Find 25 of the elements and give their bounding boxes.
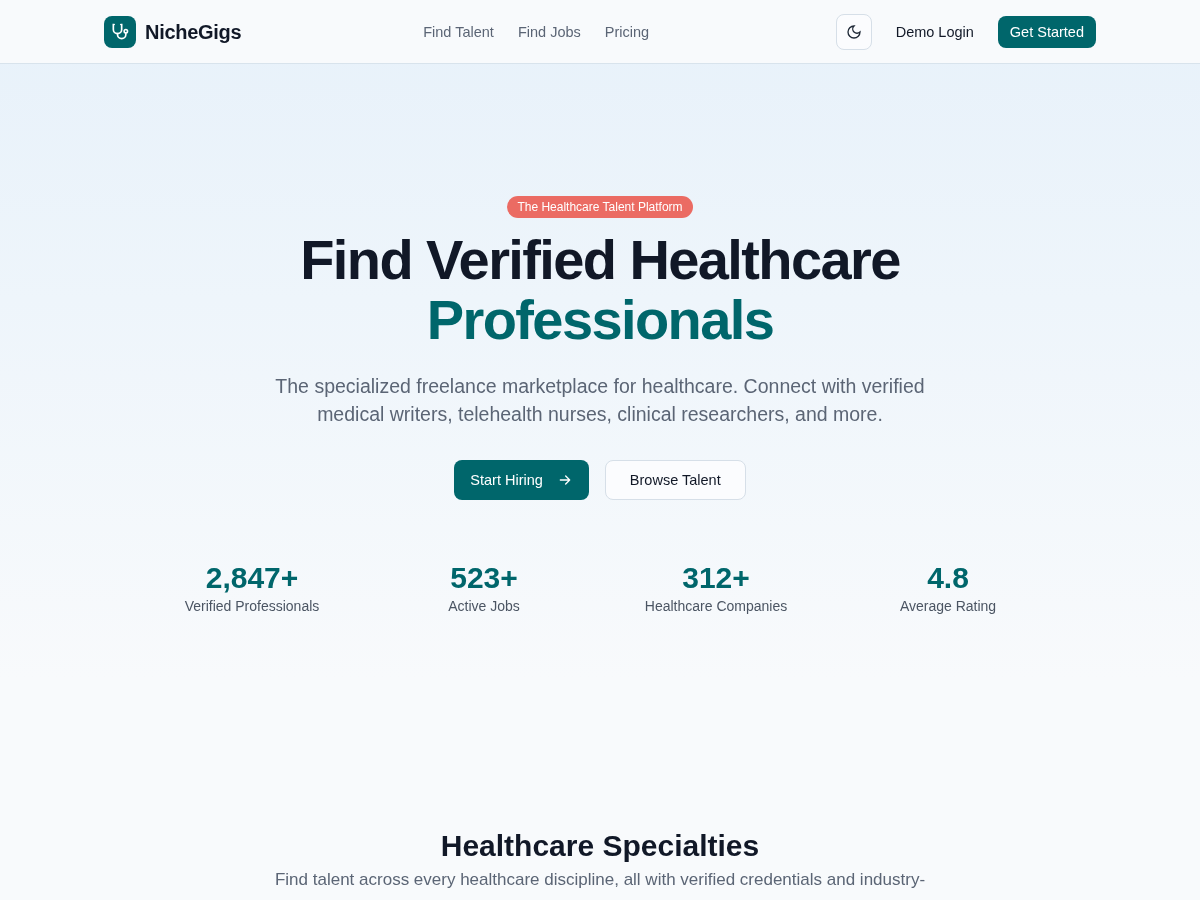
badge: The Healthcare Talent Platform xyxy=(507,196,693,218)
hero-title-highlight: Professionals xyxy=(425,290,775,350)
stat-value: 312+ xyxy=(682,560,750,596)
browse-talent-button[interactable]: Browse Talent xyxy=(604,460,746,500)
stat-label: Average Rating xyxy=(899,597,997,616)
moon-icon xyxy=(845,24,862,40)
start-hiring-button[interactable]: Start Hiring xyxy=(454,460,589,500)
stat-value: 2,847+ xyxy=(205,560,299,596)
hero-title: Find Verified Healthcare xyxy=(300,230,900,290)
get-started-button[interactable]: Get Started xyxy=(997,16,1096,48)
hero-subtitle: The specialized freelance marketplace for healthcare. Connect with verified medical writers, telehealth nurses, clinical researchers, and more. xyxy=(274,374,926,427)
stat-value: 523+ xyxy=(450,560,518,596)
stat-value: 4.8 xyxy=(927,560,969,596)
stat-label: Active Jobs xyxy=(448,597,520,616)
demo-login-button[interactable]: Demo Login xyxy=(883,16,986,48)
theme-toggle-button[interactable] xyxy=(835,14,872,50)
nav-link[interactable]: Pricing xyxy=(604,24,650,40)
nav-link[interactable]: Find Talent xyxy=(423,24,494,40)
logo-icon xyxy=(104,16,136,48)
nav-link[interactable]: Find Jobs xyxy=(517,24,581,40)
section-subtitle: Find talent across every healthcare discipline, all with verified credentials and industry- xyxy=(274,870,926,889)
section-title: Healthcare Specialties xyxy=(440,828,760,864)
brand-name: NicheGigs xyxy=(145,20,242,44)
stat-label: Verified Professionals xyxy=(184,597,320,616)
stat-label: Healthcare Companies xyxy=(644,597,788,616)
